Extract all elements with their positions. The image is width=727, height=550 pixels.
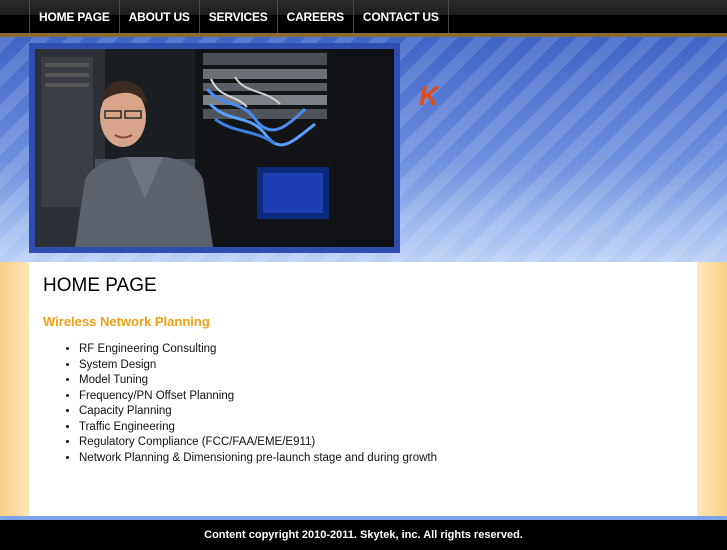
list-item: Capacity Planning <box>79 404 437 420</box>
top-navigation: HOME PAGE ABOUT US SERVICES CAREERS CONT… <box>0 0 727 33</box>
network-engineer-photo <box>35 49 394 247</box>
nav-menu: HOME PAGE ABOUT US SERVICES CAREERS CONT… <box>0 0 727 33</box>
list-item: RF Engineering Consulting <box>79 342 437 358</box>
list-item: Regulatory Compliance (FCC/FAA/EME/E911) <box>79 435 437 451</box>
photo-frame <box>29 43 400 253</box>
nav-item-contact: CONTACT US <box>352 0 449 33</box>
nav-link-contact[interactable]: CONTACT US <box>354 10 448 24</box>
page-title: HOME PAGE <box>43 275 157 296</box>
nav-item-home: HOME PAGE <box>29 0 119 33</box>
nav-item-services: SERVICES <box>198 0 277 33</box>
nav-item-careers: CAREERS <box>276 0 353 33</box>
nav-link-services[interactable]: SERVICES <box>200 10 277 24</box>
nav-link-about[interactable]: ABOUT US <box>120 10 199 24</box>
list-item: Traffic Engineering <box>79 420 437 436</box>
list-item: Network Planning & Dimensioning pre-laun… <box>79 451 437 467</box>
logo-letter: K <box>419 81 439 111</box>
nav-link-home[interactable]: HOME PAGE <box>30 10 119 24</box>
nav-item-about: ABOUT US <box>118 0 199 33</box>
list-item: Model Tuning <box>79 373 437 389</box>
main-content: HOME PAGE Wireless Network Planning RF E… <box>29 262 697 516</box>
list-item: Frequency/PN Offset Planning <box>79 389 437 405</box>
nav-link-careers[interactable]: CAREERS <box>278 10 353 24</box>
services-list: RF Engineering Consulting System Design … <box>43 342 437 466</box>
section-heading: Wireless Network Planning <box>43 314 210 329</box>
header-banner: K <box>0 37 727 262</box>
copyright-text: Content copyright 2010-2011. Skytek, inc… <box>204 529 523 541</box>
footer: Content copyright 2010-2011. Skytek, inc… <box>0 520 727 545</box>
list-item: System Design <box>79 358 437 374</box>
